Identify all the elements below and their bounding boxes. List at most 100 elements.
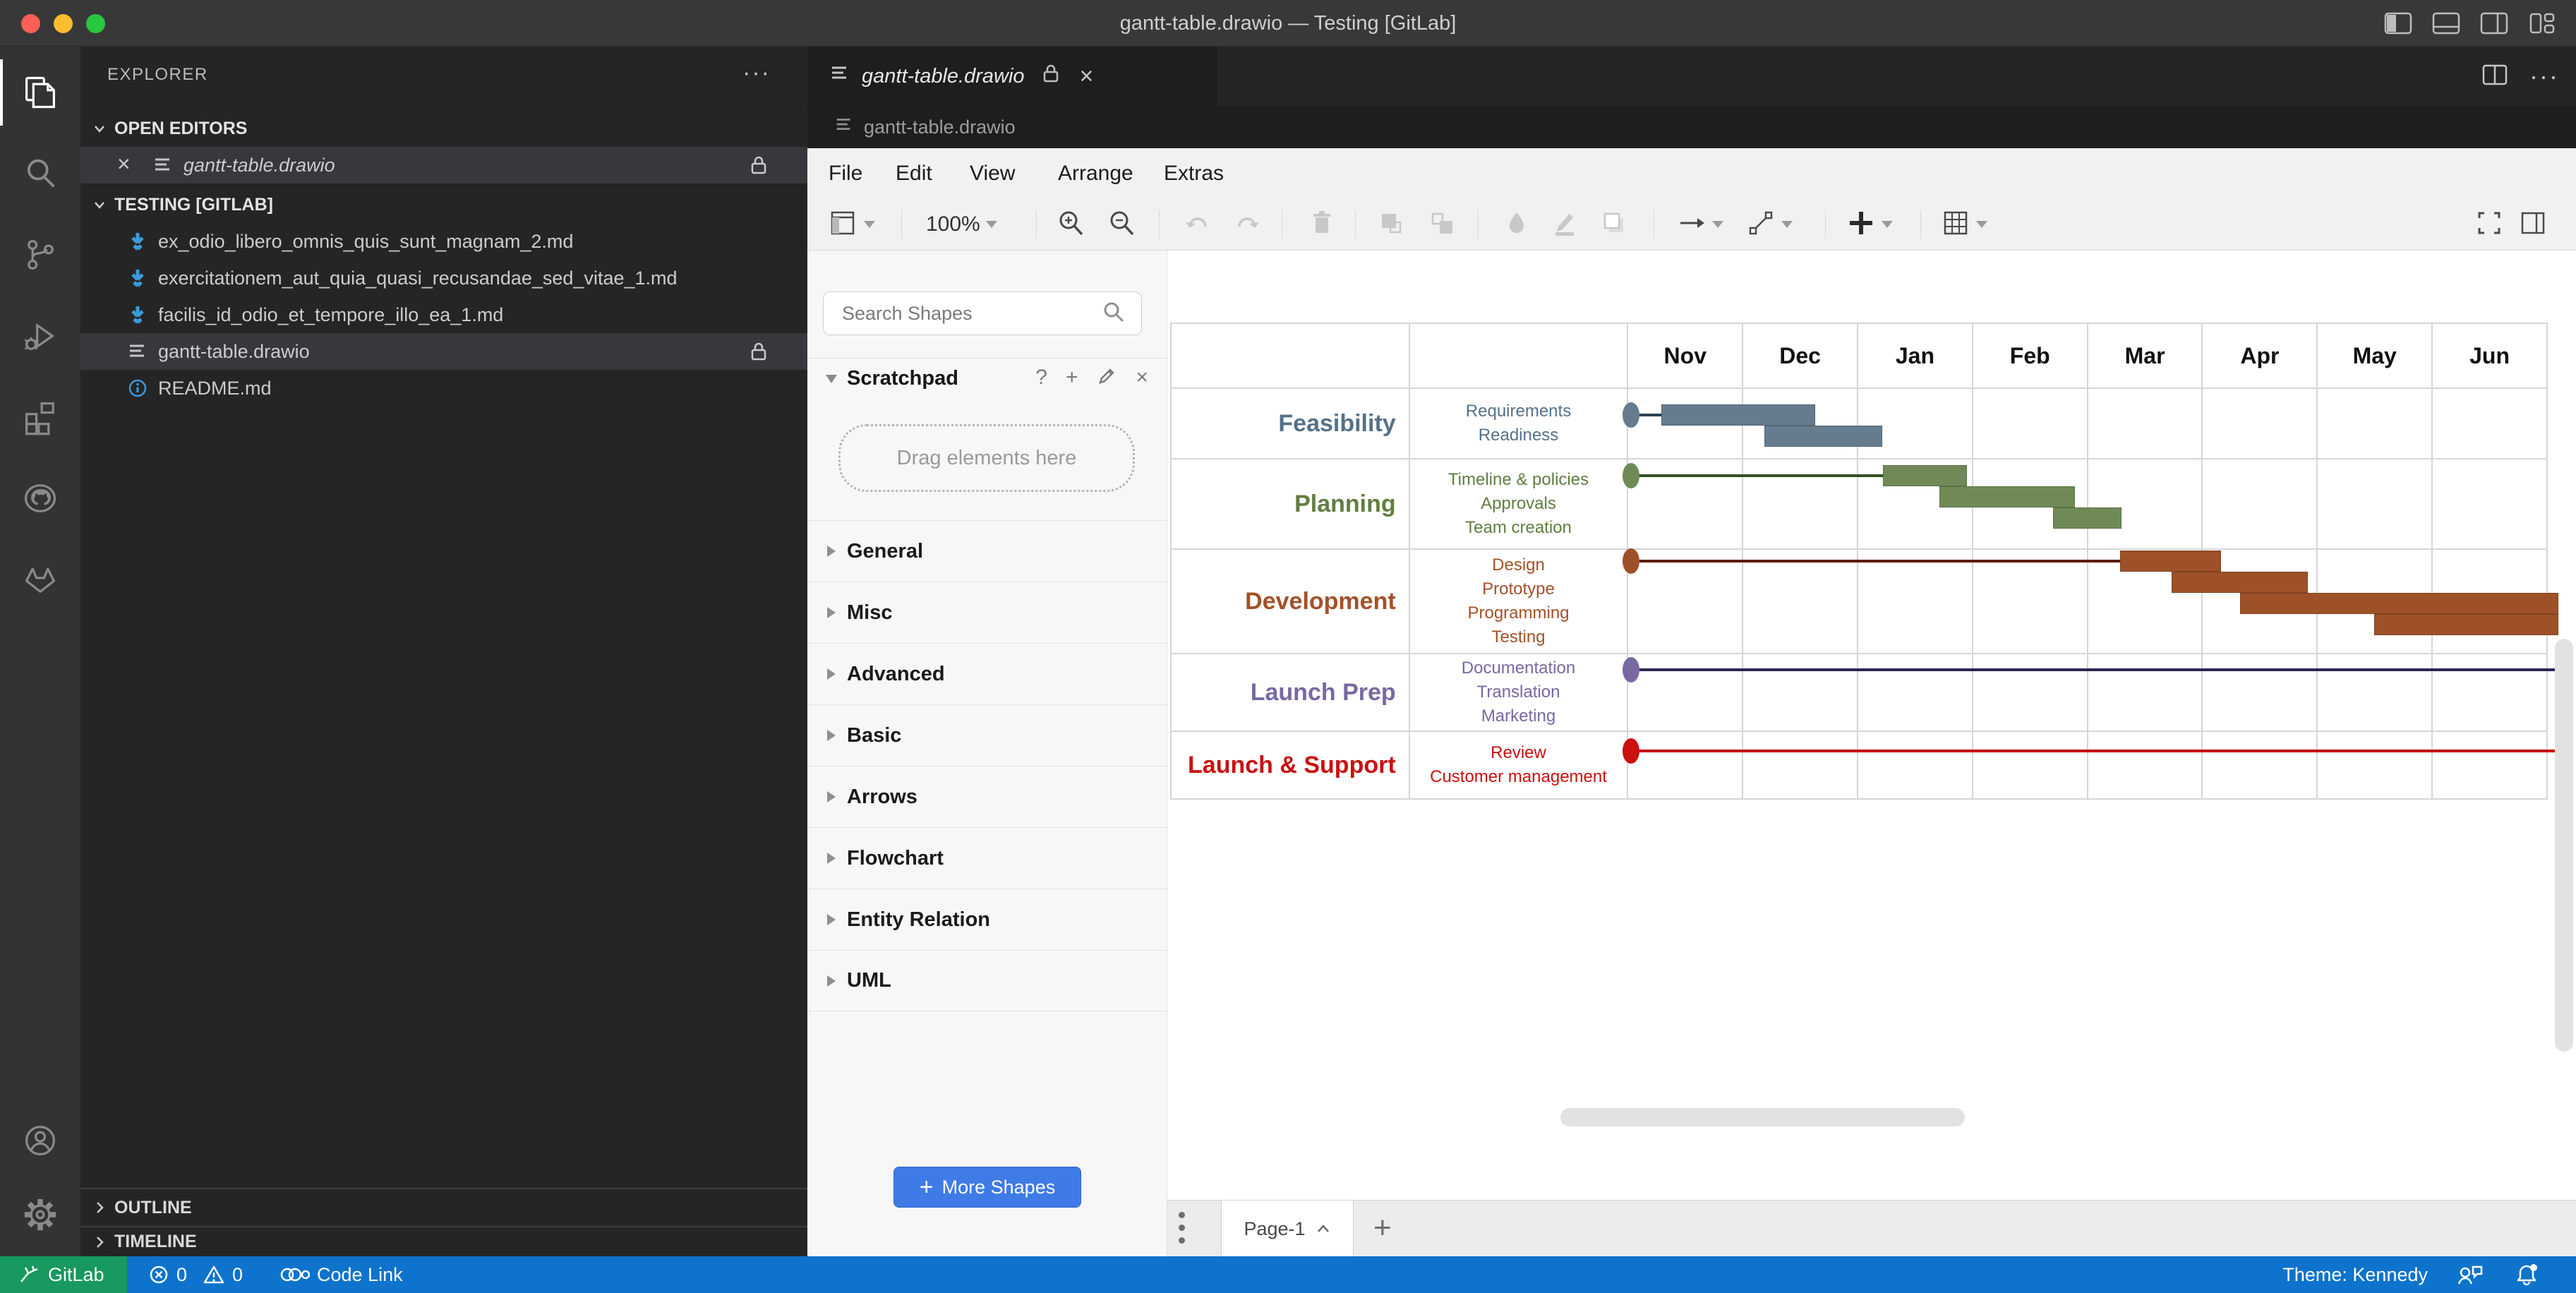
gantt-month-header[interactable]: Jun bbox=[2433, 324, 2548, 387]
gitlab-icon[interactable] bbox=[0, 541, 80, 618]
gantt-grid-cell[interactable] bbox=[1743, 654, 1858, 730]
gantt-grid-cell[interactable] bbox=[1628, 654, 1743, 730]
theme-indicator[interactable]: Theme: Kennedy bbox=[2282, 1256, 2428, 1293]
file-row-md-down-arrow[interactable]: ex_odio_libero_omnis_quis_sunt_magnam_2.… bbox=[80, 223, 807, 260]
menu-arrange[interactable]: Arrange bbox=[1058, 162, 1133, 186]
file-row-md-down-arrow[interactable]: facilis_id_odio_et_tempore_illo_ea_1.md bbox=[80, 296, 807, 333]
accounts-icon[interactable] bbox=[0, 1102, 80, 1179]
gantt-bar[interactable] bbox=[2172, 572, 2307, 593]
scratchpad-help-icon[interactable]: ? bbox=[1035, 366, 1047, 392]
category-basic[interactable]: Basic bbox=[807, 704, 1167, 766]
gantt-grid-cell[interactable] bbox=[1628, 550, 1743, 653]
gantt-grid-cell[interactable] bbox=[2318, 732, 2433, 798]
category-arrows[interactable]: Arrows bbox=[807, 766, 1167, 827]
gantt-grid-cell[interactable] bbox=[1973, 654, 2088, 730]
gantt-grid-cell[interactable] bbox=[1858, 654, 1973, 730]
gantt-grid-cell[interactable] bbox=[2088, 654, 2203, 730]
menu-view[interactable]: View bbox=[970, 162, 1015, 186]
toggle-sidebar-icon[interactable] bbox=[2383, 11, 2414, 35]
breadcrumb[interactable]: gantt-table.drawio bbox=[807, 106, 2576, 148]
code-link-item[interactable]: Code Link bbox=[279, 1256, 403, 1293]
gantt-task-list[interactable]: DesignPrototypeProgrammingTesting bbox=[1410, 550, 1629, 653]
category-misc[interactable]: Misc bbox=[807, 582, 1167, 643]
category-uml[interactable]: UML bbox=[807, 950, 1167, 1011]
to-front-icon[interactable] bbox=[1376, 199, 1406, 250]
gantt-connector-line[interactable] bbox=[1638, 414, 1661, 416]
file-row-drawio-lines[interactable]: gantt-table.drawio bbox=[80, 333, 807, 370]
close-tab-icon[interactable]: × bbox=[1080, 63, 1094, 90]
gantt-grid-cell[interactable] bbox=[1973, 389, 2088, 458]
menu-extras[interactable]: Extras bbox=[1164, 162, 1224, 186]
split-editor-icon[interactable] bbox=[2481, 64, 2508, 90]
gantt-header-task-cell[interactable] bbox=[1410, 324, 1629, 387]
remote-indicator[interactable]: GitLab bbox=[0, 1256, 127, 1293]
gantt-phase-label[interactable]: Feasibility bbox=[1172, 389, 1410, 458]
drawio-canvas[interactable]: NovDecJanFebMarAprMayJunFeasibilityRequi… bbox=[1167, 251, 2576, 1200]
explorer-icon[interactable] bbox=[0, 54, 80, 131]
gantt-bar[interactable] bbox=[1661, 404, 1815, 426]
run-debug-icon[interactable] bbox=[0, 297, 80, 375]
fullscreen-icon[interactable] bbox=[2474, 199, 2504, 250]
timeline-section[interactable]: TIMELINE bbox=[80, 1226, 807, 1256]
problems-indicator[interactable]: 0 0 bbox=[148, 1256, 243, 1293]
search-icon[interactable] bbox=[1102, 300, 1126, 327]
gantt-grid-cell[interactable] bbox=[2203, 459, 2318, 548]
category-advanced[interactable]: Advanced bbox=[807, 643, 1167, 704]
outline-section[interactable]: OUTLINE bbox=[80, 1188, 807, 1226]
gantt-month-header[interactable]: Jan bbox=[1858, 324, 1973, 387]
gantt-task-list[interactable]: RequirementsReadiness bbox=[1410, 389, 1629, 458]
gantt-grid-cell[interactable] bbox=[2433, 654, 2548, 730]
gantt-month-header[interactable]: Mar bbox=[2088, 324, 2203, 387]
gantt-grid-cell[interactable] bbox=[2433, 459, 2548, 548]
scratchpad-header[interactable]: Scratchpad ? + × bbox=[807, 358, 1167, 399]
scratchpad-add-icon[interactable]: + bbox=[1066, 366, 1078, 392]
menu-file[interactable]: File bbox=[829, 162, 862, 186]
waypoints-icon[interactable] bbox=[1746, 199, 1793, 250]
close-icon[interactable]: × bbox=[117, 151, 131, 177]
gantt-task-list[interactable]: ReviewCustomer management bbox=[1410, 732, 1629, 798]
gantt-bar[interactable] bbox=[2053, 507, 2121, 529]
vertical-scrollbar[interactable] bbox=[2555, 639, 2573, 1052]
scratchpad-drop-zone[interactable]: Drag elements here bbox=[838, 424, 1135, 492]
insert-icon[interactable] bbox=[1846, 199, 1893, 250]
settings-gear-icon[interactable] bbox=[0, 1176, 80, 1253]
gantt-grid-cell[interactable] bbox=[2318, 459, 2433, 548]
explorer-more-actions-icon[interactable]: ··· bbox=[742, 59, 771, 87]
undo-icon[interactable] bbox=[1183, 199, 1212, 250]
scratchpad-close-icon[interactable]: × bbox=[1136, 366, 1148, 392]
search-shapes-input[interactable]: Search Shapes bbox=[823, 291, 1142, 335]
gantt-bar[interactable] bbox=[1764, 426, 1882, 447]
add-page-button[interactable]: + bbox=[1373, 1210, 1392, 1246]
gantt-grid-cell[interactable] bbox=[1743, 732, 1858, 798]
gantt-milestone-circle[interactable] bbox=[1623, 738, 1639, 764]
breadcrumb-item[interactable]: gantt-table.drawio bbox=[864, 116, 1016, 138]
gantt-phase-label[interactable]: Launch & Support bbox=[1172, 732, 1410, 798]
view-toggle-icon[interactable] bbox=[829, 199, 875, 250]
gantt-grid-cell[interactable] bbox=[2433, 732, 2548, 798]
gantt-connector-line[interactable] bbox=[1638, 560, 2120, 563]
gantt-grid-cell[interactable] bbox=[1973, 732, 2088, 798]
zoom-out-icon[interactable] bbox=[1107, 199, 1136, 250]
gantt-milestone-circle[interactable] bbox=[1623, 463, 1639, 488]
gantt-milestone-circle[interactable] bbox=[1623, 657, 1639, 682]
scratchpad-edit-icon[interactable] bbox=[1096, 366, 1117, 392]
gantt-phase-label[interactable]: Development bbox=[1172, 550, 1410, 653]
notifications-item[interactable] bbox=[2514, 1256, 2539, 1293]
gantt-connector-line[interactable] bbox=[1638, 668, 2558, 671]
format-panel-icon[interactable] bbox=[2518, 199, 2548, 250]
fill-color-icon[interactable] bbox=[1502, 199, 1531, 250]
gantt-phase-label[interactable]: Planning bbox=[1172, 459, 1410, 548]
gantt-month-header[interactable]: Nov bbox=[1628, 324, 1743, 387]
gantt-grid-cell[interactable] bbox=[2203, 389, 2318, 458]
category-flowchart[interactable]: Flowchart bbox=[807, 827, 1167, 889]
open-editor-item[interactable]: × gantt-table.drawio bbox=[80, 147, 807, 184]
gantt-grid-cell[interactable] bbox=[1858, 732, 1973, 798]
connection-icon[interactable] bbox=[1677, 199, 1723, 250]
file-row-md-down-arrow[interactable]: exercitationem_aut_quia_quasi_recusandae… bbox=[80, 260, 807, 296]
extensions-icon[interactable] bbox=[0, 378, 80, 456]
gantt-table[interactable]: NovDecJanFebMarAprMayJunFeasibilityRequi… bbox=[1170, 323, 2548, 800]
gantt-grid-cell[interactable] bbox=[2088, 459, 2203, 548]
gantt-month-header[interactable]: Dec bbox=[1743, 324, 1858, 387]
gantt-grid-cell[interactable] bbox=[2203, 732, 2318, 798]
gantt-task-list[interactable]: Timeline & policiesApprovalsTeam creatio… bbox=[1410, 459, 1629, 548]
